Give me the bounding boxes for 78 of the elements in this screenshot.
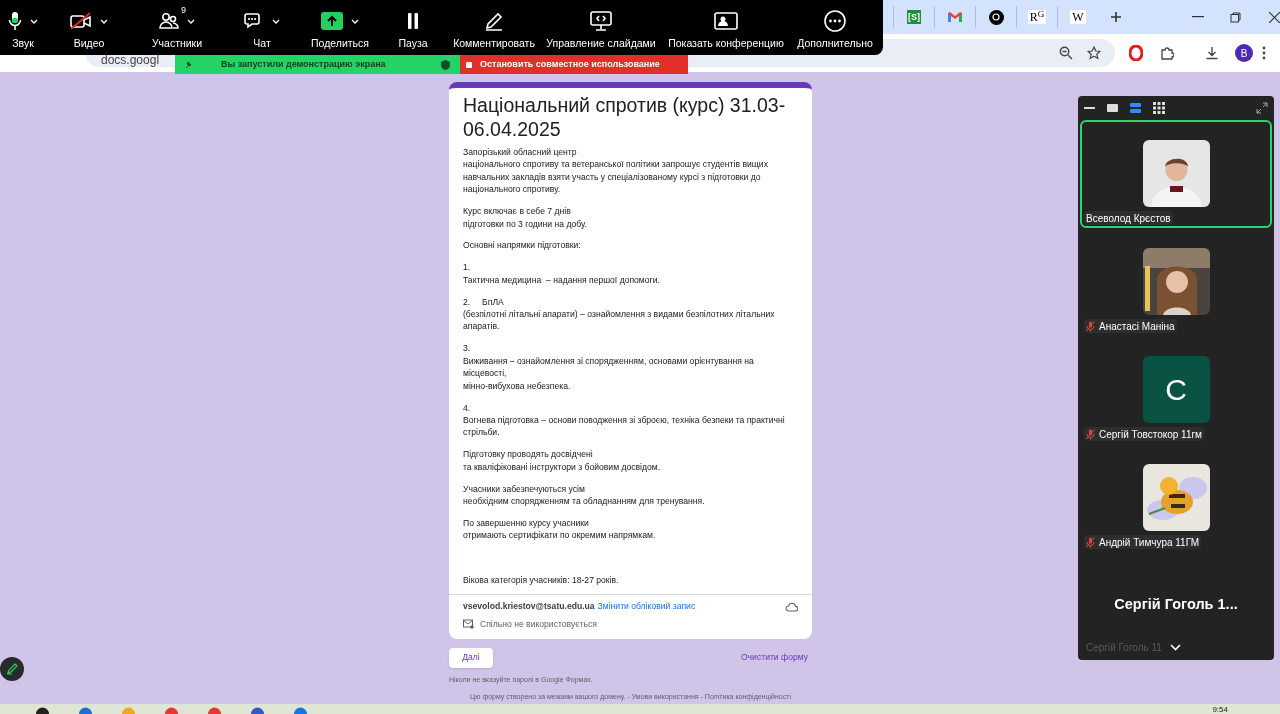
app-icon[interactable]: [36, 707, 49, 714]
mail-icon: [947, 11, 963, 23]
zoom-out-icon[interactable]: [1059, 46, 1073, 60]
mail-settings-icon: [463, 619, 474, 630]
minimize-icon[interactable]: [1084, 106, 1095, 110]
browser-tab[interactable]: [S]: [893, 6, 934, 28]
next-button[interactable]: Далі: [449, 647, 493, 668]
participant-tile[interactable]: C Сергій Товстокор 11гм: [1080, 336, 1272, 444]
star-icon[interactable]: [1087, 46, 1101, 60]
letter-icon: R$^{G}$: [1027, 10, 1047, 24]
minimize-icon[interactable]: [1192, 16, 1204, 18]
clock-time: 9:54: [1212, 704, 1228, 714]
participant-tile[interactable]: Андрій Тимчура 11ГМ: [1080, 444, 1272, 552]
participant-name: Сергій Товстокор 11гм: [1099, 427, 1202, 442]
expand-icon[interactable]: [1256, 102, 1268, 114]
toolbar-button[interactable]: Поделиться: [302, 0, 378, 55]
participant-name: Сергій Гоголь 1...: [1113, 595, 1239, 614]
toolbar-button[interactable]: Чат: [222, 0, 302, 55]
participant-name: Анастасі Маніна: [1099, 319, 1175, 334]
sheets-icon: [S]: [907, 10, 921, 24]
toolbar-button[interactable]: Показать конференцию: [662, 0, 790, 55]
download-icon[interactable]: [1205, 46, 1219, 60]
sharing-status: Вы запустили демонстрацию экрана: [221, 57, 386, 71]
description-paragraph: Підготовку проводять досвідчені та кваліфіковані інструктори з бойовим досвідом.: [463, 448, 662, 474]
description-paragraph: Основні напрямки підготовки:: [463, 239, 582, 252]
browser-tab[interactable]: R$^{G}$: [1016, 6, 1057, 28]
annotate-button[interactable]: [0, 657, 24, 681]
description-paragraph: Курс включає в себе 7 днів підготовки по 3 години на добу.: [463, 205, 588, 230]
caret-icon[interactable]: [351, 18, 359, 24]
caret-icon[interactable]: [187, 18, 195, 24]
pencil-icon: [6, 663, 18, 675]
description-paragraph: По завершенню курсу учасники отримають сертифікати по окремим напрямкам.: [463, 516, 657, 542]
menu-icon[interactable]: [1262, 46, 1266, 60]
sharing-note: Спільно не використовується: [480, 617, 597, 631]
form-title: Національний спротив (курс) 31.03-06.04.2025: [462, 93, 787, 141]
switch-account-link[interactable]: Змінити обліковий запис: [597, 600, 696, 613]
stop-sharing-button[interactable]: Остановить совместное использование: [460, 55, 688, 74]
description-paragraph: Запорізький обласний центр національного спротиву та ветеранської політики запрошує студентів вищих навчальних закладів взяти участь у спеціалізованому курсі з підготовки до національного спротиву.: [463, 146, 769, 196]
participant-tile[interactable]: Всеволод Крєстов: [1080, 120, 1272, 228]
description-paragraph: 3. Виживання – ознайомлення зі спорядженням, основами орієнтування на місцевості, мінно-вибухова небезпека.: [463, 342, 755, 392]
pin-icon: [185, 60, 193, 69]
description-paragraph: Учасники забезпечуються усім необхідним спорядженням та обладнанням для тренування.: [463, 482, 706, 508]
browser-tab[interactable]: W: [1057, 6, 1098, 28]
url-text[interactable]: docs.googl: [101, 55, 160, 66]
strip-view-icon[interactable]: [1130, 103, 1141, 113]
toolbar-button[interactable]: Дополнительно: [790, 0, 880, 55]
clear-form-button[interactable]: Очистити форму: [740, 651, 808, 665]
new-tab-icon[interactable]: [1110, 11, 1122, 23]
stop-icon: [466, 61, 472, 68]
profile-avatar[interactable]: B: [1235, 44, 1253, 62]
shield-icon: [441, 59, 450, 70]
toolbar-button[interactable]: Управление слайдами: [540, 0, 662, 55]
grid-view-icon[interactable]: [1153, 102, 1165, 114]
letter-icon: W: [1070, 10, 1086, 24]
age-note: Вікова категорія учасників: 18-27 років.: [463, 573, 620, 587]
puzzle-icon[interactable]: [1160, 46, 1174, 60]
participant-name: Всеволод Крєстов: [1086, 211, 1171, 226]
toolbar-button[interactable]: Звук: [0, 0, 46, 55]
caret-icon[interactable]: [272, 18, 280, 24]
toolbar-button[interactable]: Комментировать: [448, 0, 540, 55]
account-email: vsevolod.kriestov@tsatu.edu.ua: [463, 600, 595, 613]
description-paragraph: 4. Вогнева підготовка – основи поводження зі зброєю, техніка безпеки та практичні стрільби.: [463, 401, 786, 439]
cloud-icon: [785, 601, 798, 612]
caret-icon[interactable]: [30, 18, 38, 24]
participant-count: 9: [181, 4, 186, 17]
description-paragraph: 1. Тактична медицина – надання першої допомоги.: [463, 261, 661, 287]
description-paragraph: 2. БпЛА (безпілотні літальні апарати) – ознайомлення з видами безпілотних літальних апаратів.: [463, 295, 776, 333]
caret-icon[interactable]: [100, 18, 108, 24]
restore-icon[interactable]: [1230, 11, 1241, 23]
participant-tile[interactable]: Анастасі Маніна: [1080, 228, 1272, 336]
chevron-down-icon[interactable]: [1169, 643, 1181, 651]
toolbar-button[interactable]: Видео: [46, 0, 132, 55]
toolbar-button[interactable]: Пауза: [378, 0, 448, 55]
close-icon[interactable]: [1269, 11, 1280, 23]
participant-name: Андрій Тимчура 11ГМ: [1099, 535, 1200, 550]
avatar-initial: C: [1142, 356, 1210, 423]
opera-icon[interactable]: [1129, 45, 1143, 61]
toolbar-button[interactable]: 9 Участники: [132, 0, 222, 55]
